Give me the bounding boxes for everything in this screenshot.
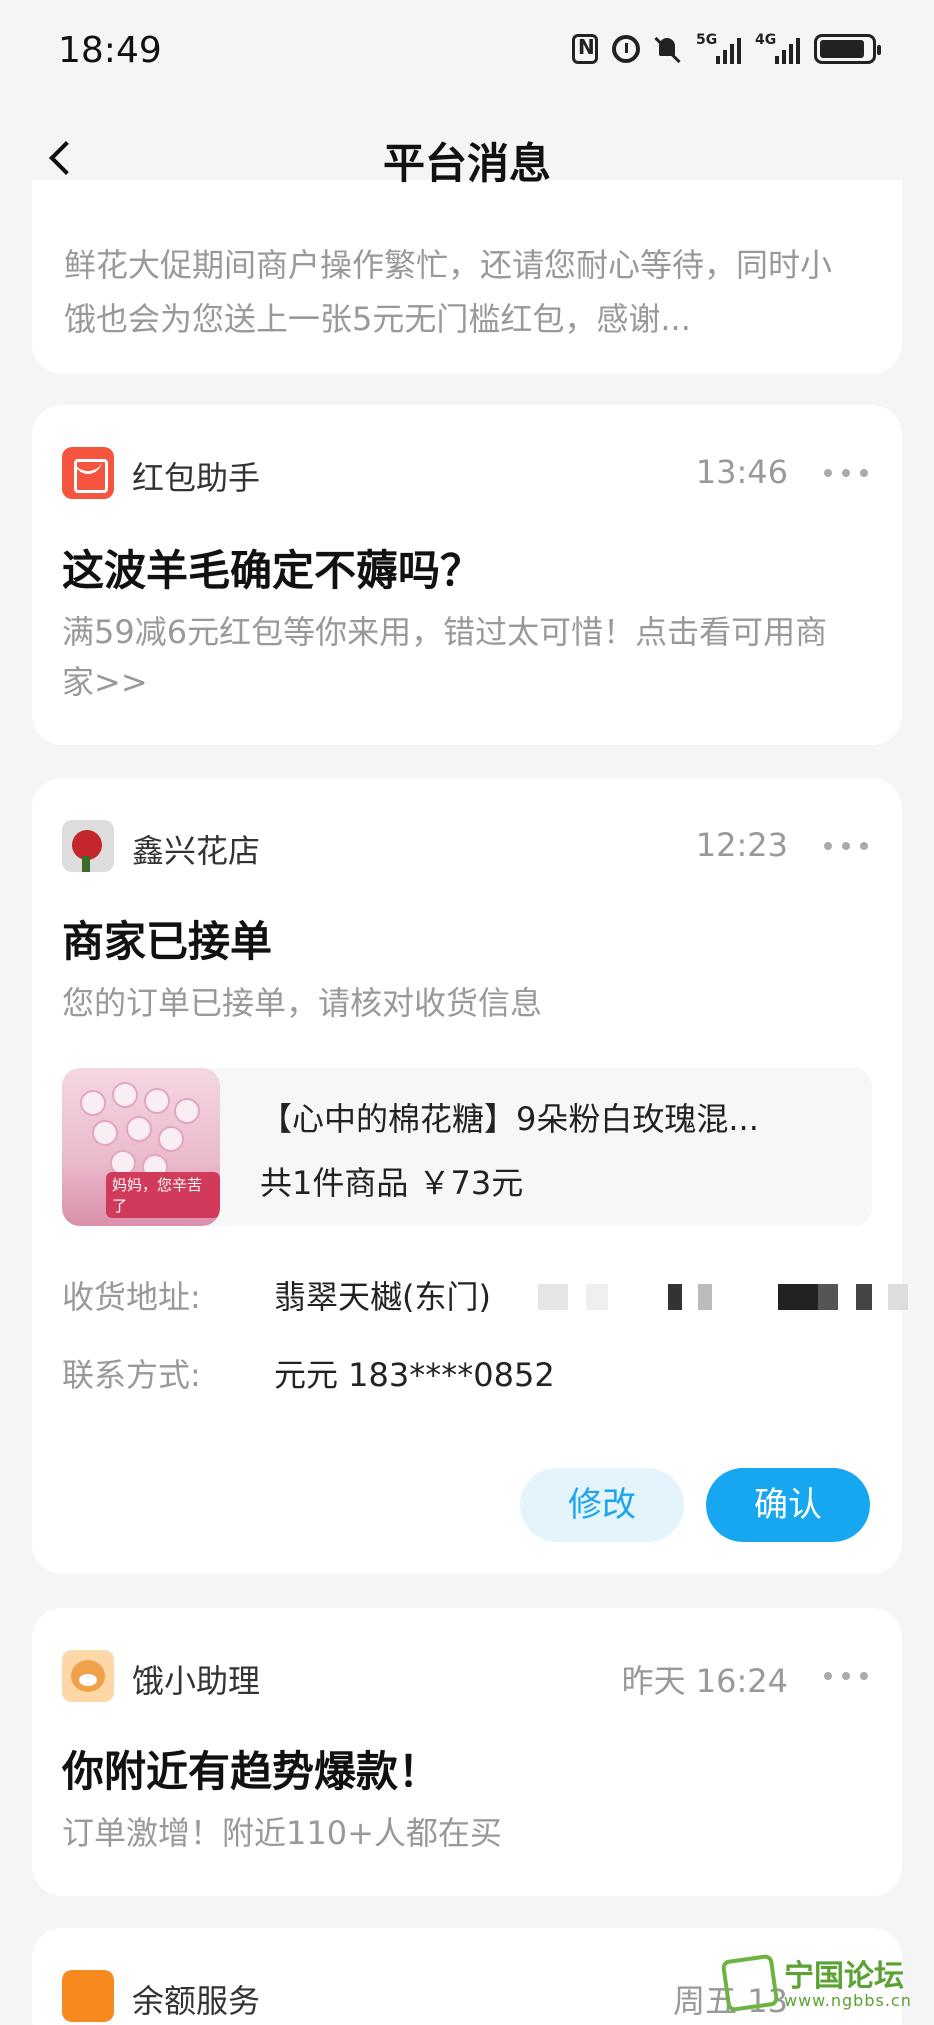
signal-5g-icon: 5G <box>696 32 741 64</box>
message-time: 12:23 <box>695 826 788 864</box>
more-options-icon[interactable] <box>820 455 872 491</box>
message-time: 13:46 <box>695 453 788 491</box>
assistant-avatar <box>62 1650 114 1702</box>
message-header: 饿小助理 昨天 16:24 <box>62 1648 872 1704</box>
message-card-assistant[interactable]: 饿小助理 昨天 16:24 你附近有趋势爆款！ 订单激增！附近110+人都在买 <box>32 1608 902 1896</box>
message-body: 订单激增！附近110+人都在买 <box>62 1814 502 1852</box>
product-thumbnail: 妈妈，您辛苦了 <box>62 1068 220 1226</box>
address-value: 翡翠天樾(东门) <box>274 1278 491 1316</box>
signal-4g-icon: 4G <box>755 32 800 64</box>
watermark-url: www.ngbbs.cn <box>784 1991 912 2010</box>
message-time: 昨天 16:24 <box>621 1662 788 1700</box>
alarm-icon <box>612 35 640 63</box>
product-summary-box[interactable]: 妈妈，您辛苦了 【心中的棉花糖】9朵粉白玫瑰混... 共1件商品 ￥73元 <box>62 1068 872 1226</box>
forum-watermark: 宁国论坛 www.ngbbs.cn <box>720 1949 924 2019</box>
sender-name: 饿小助理 <box>132 1662 261 1700</box>
product-count-price: 共1件商品 ￥73元 <box>260 1164 524 1202</box>
product-thumb-tag: 妈妈，您辛苦了 <box>106 1172 220 1218</box>
forum-logo-icon <box>720 1953 780 2013</box>
address-row: 收货地址: 翡翠天樾(东门) <box>62 1272 908 1322</box>
flower-shop-avatar <box>62 820 114 872</box>
battery-icon <box>814 34 881 64</box>
page-title: 平台消息 <box>382 139 551 188</box>
balance-service-icon <box>62 1970 114 2022</box>
contact-row: 联系方式: 元元 183****0852 <box>62 1350 872 1400</box>
mute-icon <box>654 35 682 63</box>
address-label: 收货地址: <box>62 1278 201 1316</box>
status-time: 18:49 <box>58 30 162 71</box>
sender-name: 鑫兴花店 <box>132 832 261 870</box>
message-card-order[interactable]: 鑫兴花店 12:23 商家已接单 您的订单已接单，请核对收货信息 妈妈，您辛苦了… <box>32 778 908 1574</box>
message-body: 满59减6元红包等你来用，错过太可惜！点击看可用商家>> <box>62 613 828 701</box>
message-title: 这波羊毛确定不薅吗？ <box>62 546 483 595</box>
message-card-red-packet[interactable]: 红包助手 13:46 这波羊毛确定不薅吗？ 满59减6元红包等你来用，错过太可惜… <box>32 405 902 745</box>
nav-bar: 平台消息 <box>0 100 934 215</box>
message-header: 红包助手 13:46 <box>62 445 872 501</box>
contact-label: 联系方式: <box>62 1356 201 1394</box>
edit-button[interactable]: 修改 <box>520 1468 684 1542</box>
sender-name: 红包助手 <box>132 459 261 497</box>
sender-name: 余额服务 <box>132 1982 261 2020</box>
confirm-button[interactable]: 确认 <box>706 1468 870 1542</box>
product-name: 【心中的棉花糖】9朵粉白玫瑰混... <box>260 1100 759 1138</box>
status-icons: 5G 4G <box>572 32 881 64</box>
message-body: 您的订单已接单，请核对收货信息 <box>62 984 543 1022</box>
nfc-icon <box>572 34 598 64</box>
message-title: 商家已接单 <box>62 917 273 966</box>
more-options-icon[interactable] <box>820 1658 872 1694</box>
screen: 18:49 5G 4G 鲜花大促期间商户操作繁忙，还请您耐心等待，同时小饿也会为… <box>0 0 934 2025</box>
red-packet-icon <box>62 447 114 499</box>
watermark-text: 宁国论坛 <box>784 1959 904 1994</box>
contact-value: 元元 183****0852 <box>274 1356 555 1394</box>
message-title: 你附近有趋势爆款！ <box>62 1747 441 1796</box>
address-mosaic <box>538 1284 918 1312</box>
more-options-icon[interactable] <box>820 828 872 864</box>
message-body: 鲜花大促期间商户操作繁忙，还请您耐心等待，同时小饿也会为您送上一张5元无门槛红包… <box>64 246 833 338</box>
status-bar: 18:49 5G 4G <box>0 0 934 100</box>
message-header: 鑫兴花店 12:23 <box>62 818 872 874</box>
